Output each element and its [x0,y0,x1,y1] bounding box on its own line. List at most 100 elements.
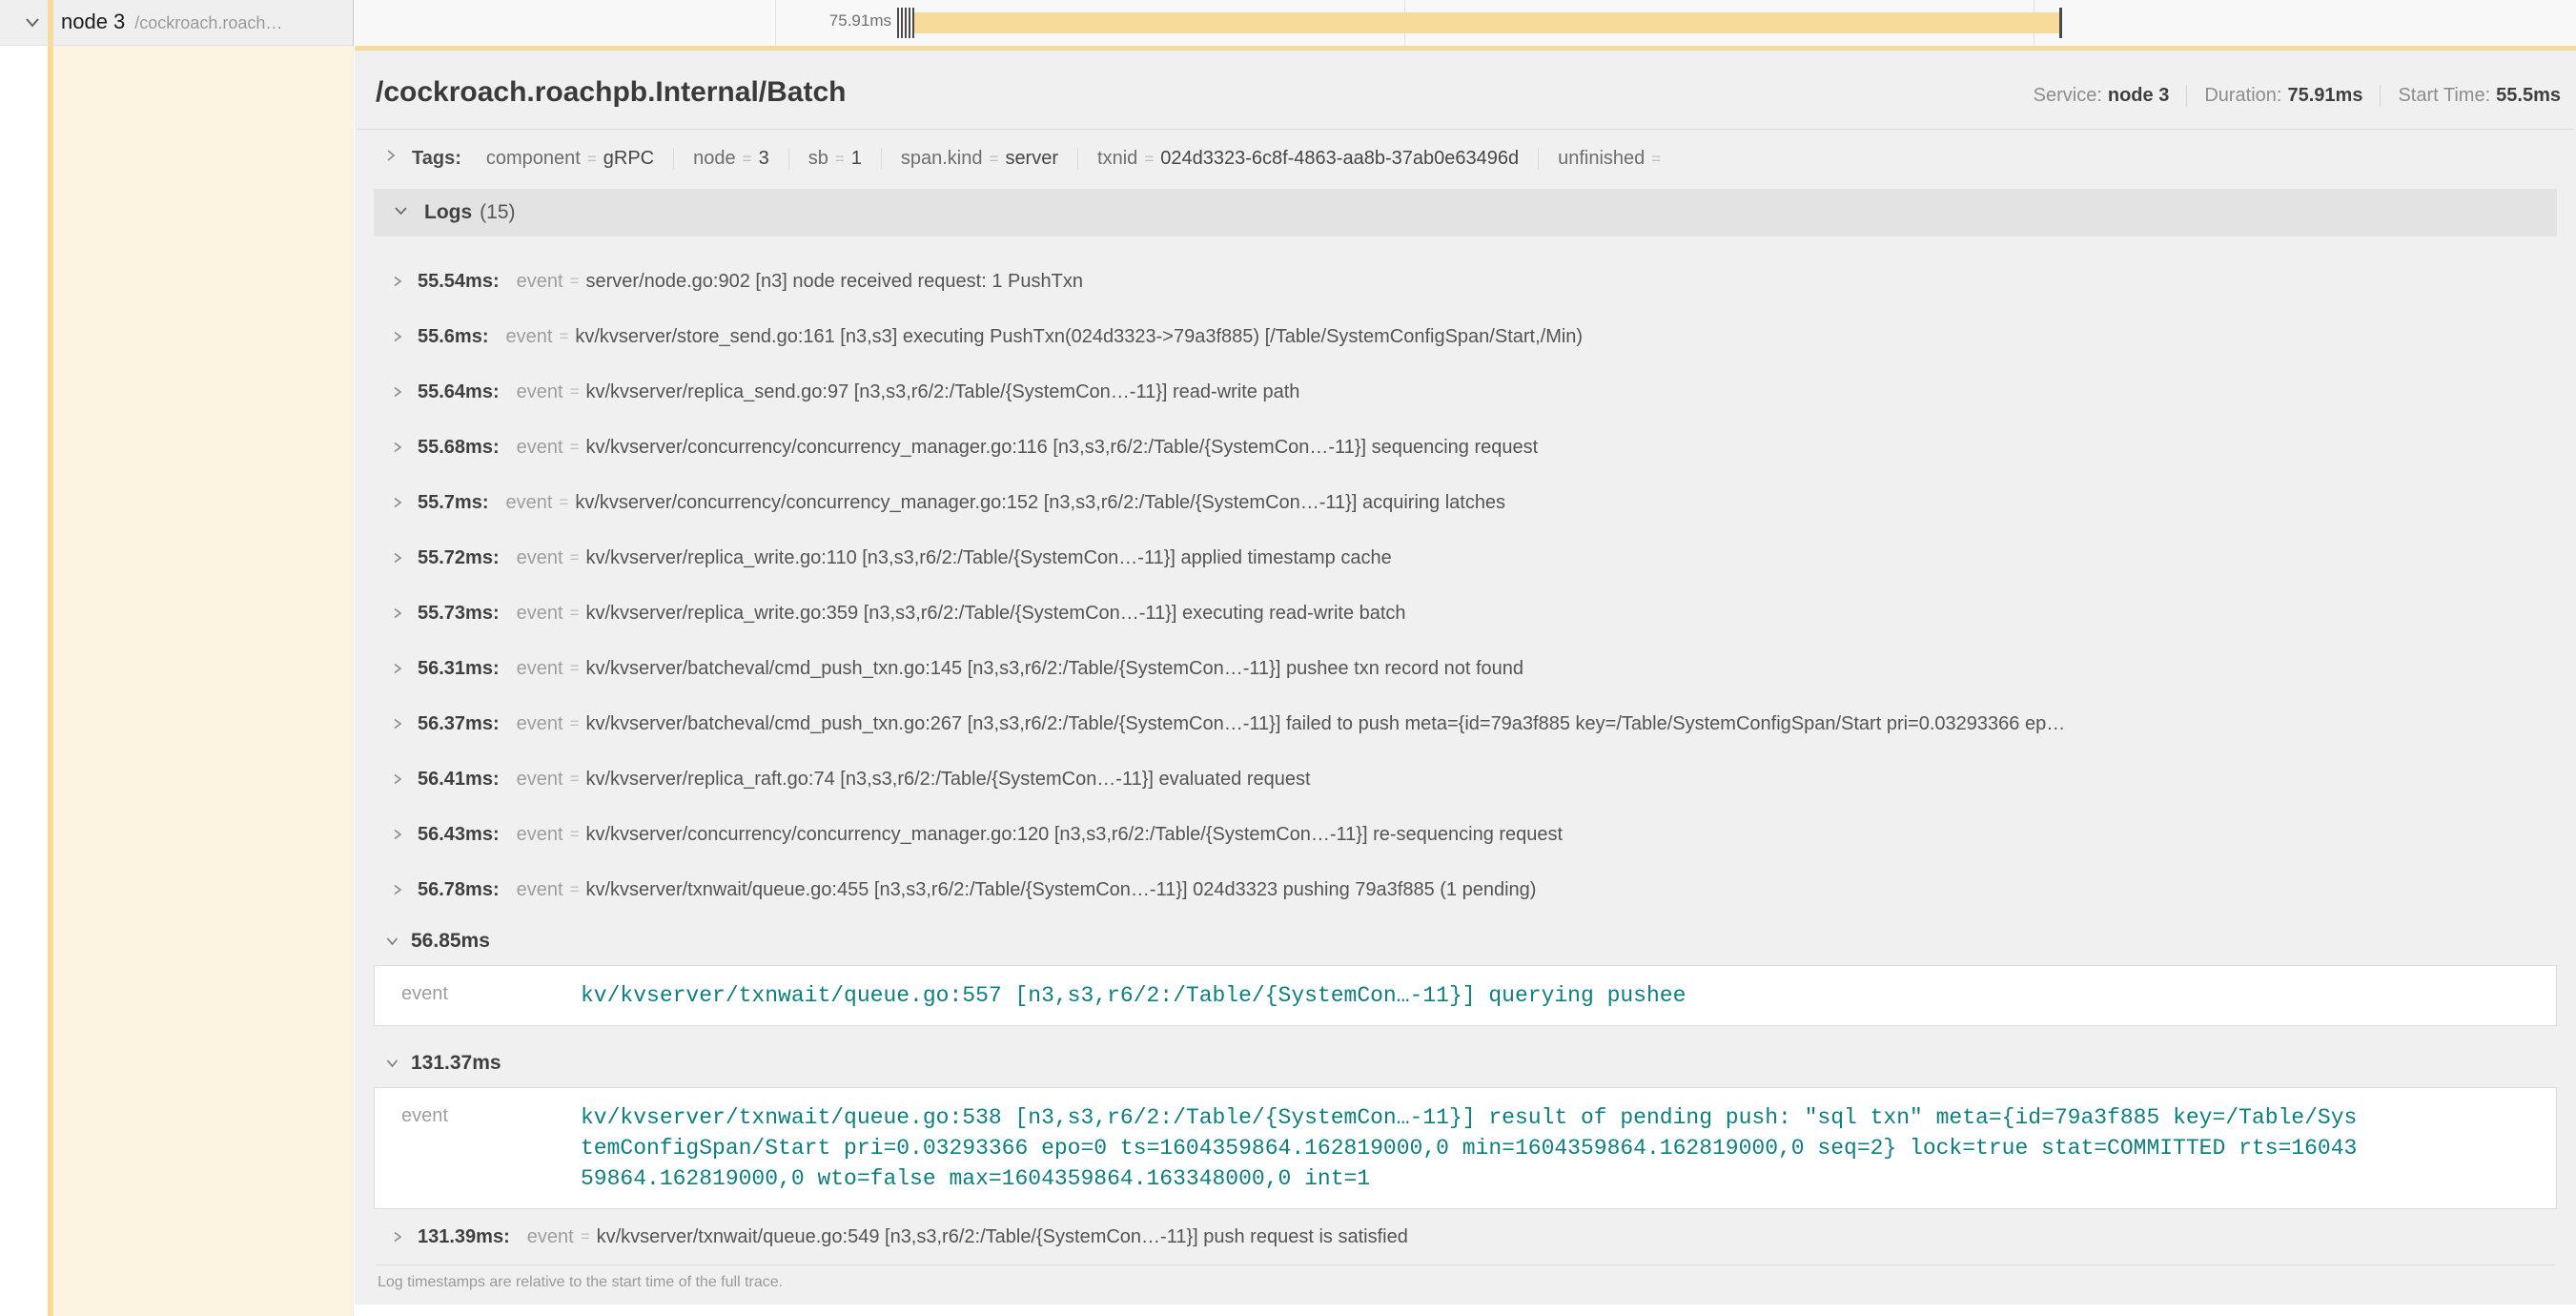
log-row[interactable]: 131.39ms: event = kv/kvserver/txnwait/qu… [374,1209,2557,1265]
log-field-key: event [517,658,563,680]
log-list: 55.54ms: event = server/node.go:902 [n3]… [374,254,2557,1265]
tag-equals: = [835,150,845,168]
logs-accordion-header[interactable]: Logs (15) [374,189,2557,236]
tag-equals: = [587,150,597,168]
tags-list: component=gRPC node=3 sb=1 span.kind=ser… [467,148,1687,170]
tag-key: txnid [1097,148,1137,169]
log-row[interactable]: 56.78ms: event = kv/kvserver/txnwait/que… [374,862,2557,917]
tag-item: txnid = 024d3323-6c8f-4863-aa8b-37ab0e6349… [1077,148,1538,170]
span-name-cell[interactable]: node 3/cockroach.roach… [0,0,354,46]
log-expanded-header[interactable]: 131.37ms [374,1039,2557,1087]
log-field-value: kv/kvserver/batcheval/cmd_push_txn.go:26… [586,713,2066,735]
log-equals: = [570,714,580,733]
span-bar[interactable] [914,12,2060,33]
log-field-key: event [506,326,553,348]
log-field-key: event [517,713,563,735]
chevron-down-icon[interactable] [385,1057,399,1070]
log-row[interactable]: 55.68ms: event = kv/kvserver/concurrency… [374,420,2557,475]
log-timestamp: 55.64ms: [418,381,500,403]
tag-item: unfinished= [1538,148,1687,170]
log-field-key: event [517,824,563,846]
span-timeline-row[interactable]: 75.91ms node 3/cockroach.roach… [0,0,2576,46]
log-row[interactable]: 56.37ms: event = kv/kvserver/batcheval/c… [374,696,2557,751]
log-field-key: event [506,492,553,514]
chevron-right-icon[interactable] [391,440,404,455]
tag-value: server [1005,148,1058,169]
log-equals: = [570,438,580,457]
log-field-key: event [517,271,563,293]
log-expanded-header[interactable]: 56.85ms [374,917,2557,965]
log-row[interactable]: 55.72ms: event = kv/kvserver/replica_wri… [374,530,2557,586]
chevron-down-icon[interactable] [385,935,399,948]
log-timestamp: 55.73ms: [418,603,500,625]
log-equals: = [559,493,568,512]
log-equals: = [570,548,580,567]
log-field-value: kv/kvserver/replica_write.go:110 [n3,s3,… [586,547,1392,569]
chevron-right-icon[interactable] [391,274,404,289]
collapse-chevron-down-icon[interactable] [23,14,42,36]
selected-span-gutter [0,46,355,1316]
tags-label: Tags: [412,148,461,170]
tag-value: 1 [851,148,862,169]
log-field-value: kv/kvserver/concurrency/concurrency_mana… [586,824,1564,846]
log-row[interactable]: 55.6ms: event = kv/kvserver/store_send.g… [374,309,2557,364]
log-field-value: kv/kvserver/txnwait/queue.go:557 [n3,s3,… [581,980,1686,1011]
chevron-right-icon[interactable] [391,1229,404,1244]
log-row[interactable]: 55.7ms: event = kv/kvserver/concurrency/… [374,475,2557,530]
tag-value: 024d3323-6c8f-4863-aa8b-37ab0e63496d [1160,148,1519,169]
log-row[interactable]: 55.73ms: event = kv/kvserver/replica_wri… [374,586,2557,641]
log-expanded-body: event kv/kvserver/txnwait/queue.go:557 [… [374,965,2557,1026]
log-field-value: kv/kvserver/store_send.go:161 [n3,s3] ex… [575,326,1583,348]
log-timestamp: 55.68ms: [418,437,500,459]
log-equals: = [570,659,580,678]
span-color-bar [48,0,53,45]
chevron-right-icon[interactable] [391,827,404,842]
tags-accordion[interactable]: Tags: component=gRPC node=3 sb=1 span.ki… [355,130,2576,172]
log-field-value: kv/kvserver/txnwait/queue.go:455 [n3,s3,… [586,879,1537,901]
span-detail-panel: /cockroach.roachpb.Internal/Batch Servic… [355,46,2576,1305]
log-row[interactable]: 56.41ms: event = kv/kvserver/replica_raf… [374,751,2557,807]
chevron-right-icon[interactable] [391,716,404,731]
chevron-right-icon[interactable] [391,882,404,897]
log-timestamp: 131.37ms [411,1052,501,1075]
log-field-key: event [517,381,563,403]
chevron-right-icon[interactable] [391,606,404,621]
chevron-right-icon[interactable] [391,661,404,676]
log-timestamp: 56.43ms: [418,824,500,846]
log-field-key: event [401,1102,554,1194]
chevron-down-icon[interactable] [393,201,409,224]
log-row-expanded: 131.37ms event kv/kvserver/txnwait/queue… [374,1039,2557,1209]
log-equals: = [570,382,580,401]
log-row[interactable]: 56.43ms: event = kv/kvserver/concurrency… [374,807,2557,862]
tag-item: sb=1 [788,148,881,170]
log-equals: = [570,825,580,844]
chevron-right-icon[interactable] [391,495,404,510]
chevron-right-icon[interactable] [391,384,404,400]
log-equals: = [570,880,580,899]
log-timestamp: 56.31ms: [418,658,500,680]
chevron-right-icon[interactable] [383,147,399,170]
tag-key: node [693,148,736,169]
log-row[interactable]: 55.64ms: event = kv/kvserver/replica_sen… [374,364,2557,420]
tag-value: gRPC [603,148,654,169]
log-row[interactable]: 55.54ms: event = server/node.go:902 [n3]… [374,254,2557,309]
log-field-value: kv/kvserver/concurrency/concurrency_mana… [586,437,1539,459]
log-tick-end [2059,8,2062,38]
logs-footer-note: Log timestamps are relative to the start… [376,1265,2555,1306]
tag-item: node=3 [673,148,788,170]
meta-value: node 3 [2108,85,2169,106]
log-row[interactable]: 56.31ms: event = kv/kvserver/batcheval/c… [374,641,2557,696]
tag-equals: = [1144,150,1154,168]
tag-value: 3 [759,148,769,169]
meta-value: 75.91ms [2287,85,2362,106]
log-expanded-body: event kv/kvserver/txnwait/queue.go:538 [… [374,1087,2557,1209]
meta-label: Duration: [2204,85,2281,106]
chevron-right-icon[interactable] [391,329,404,344]
log-timestamp: 56.41ms: [418,769,500,791]
log-field-key: event [517,603,563,625]
chevron-right-icon[interactable] [391,550,404,565]
log-equals: = [581,1227,590,1246]
log-timestamp: 55.7ms: [418,492,489,514]
chevron-right-icon[interactable] [391,771,404,787]
tag-key: unfinished [1558,148,1645,169]
